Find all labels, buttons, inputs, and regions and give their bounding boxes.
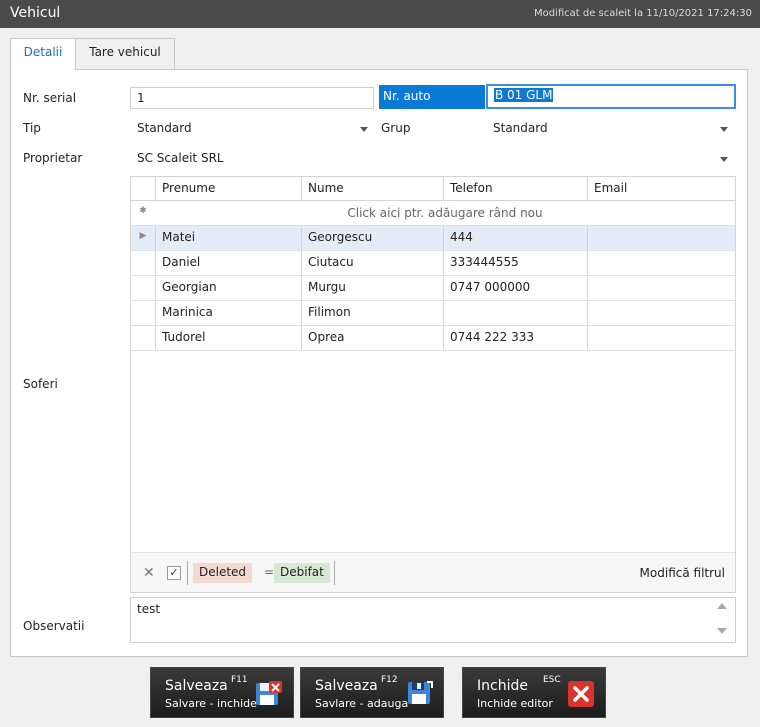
soferi-label: Soferi: [23, 377, 58, 391]
cell-telefon[interactable]: 0744 222 333: [443, 326, 587, 350]
filter-bar: ✕ ✓ Deleted = Debifat Modifică filtrul: [131, 552, 735, 592]
cell-prenume[interactable]: Matei: [155, 226, 301, 250]
observatii-label: Observatii: [23, 619, 85, 633]
column-header-nume[interactable]: Nume: [301, 177, 443, 200]
tab-detalii[interactable]: Detalii: [10, 38, 76, 70]
observatii-value: test: [137, 602, 161, 616]
observatii-textarea[interactable]: test: [130, 597, 736, 643]
details-panel: Nr. serial 1 Nr. auto B 01 GLM Tip Stand…: [10, 69, 748, 657]
shortcut-key: ESC: [543, 675, 561, 685]
cell-email[interactable]: [587, 301, 735, 325]
filter-value: Debifat: [274, 563, 330, 583]
new-row-text[interactable]: Click aici ptr. adăugare rând nou: [155, 206, 735, 220]
save-add-icon: [408, 681, 433, 704]
auto-input[interactable]: B 01 GLM: [486, 84, 736, 109]
edit-filter-link[interactable]: Modifică filtrul: [640, 566, 725, 580]
proprietar-combo[interactable]: SC Scaleit SRL: [130, 147, 736, 169]
table-row[interactable]: Daniel Ciutacu 333444555: [131, 251, 735, 276]
cell-telefon[interactable]: [443, 301, 587, 325]
cell-prenume[interactable]: Georgian: [155, 276, 301, 300]
tip-value: Standard: [137, 121, 192, 135]
chevron-down-icon[interactable]: [360, 127, 368, 132]
cell-nume[interactable]: Oprea: [301, 326, 443, 350]
cell-telefon[interactable]: 0747 000000: [443, 276, 587, 300]
close-icon: [568, 681, 594, 707]
proprietar-value: SC Scaleit SRL: [137, 151, 224, 165]
grid-header: Prenume Nume Telefon Email: [131, 177, 735, 201]
new-row[interactable]: ✱ Click aici ptr. adăugare rând nou: [131, 201, 735, 226]
drivers-grid: Prenume Nume Telefon Email ✱ Click aici …: [130, 176, 736, 593]
cell-email[interactable]: [587, 326, 735, 350]
auto-value: B 01 GLM: [494, 88, 554, 102]
button-sublabel: Inchide editor: [477, 697, 553, 710]
modified-info: Modificat de scaleit la 11/10/2021 17:24…: [533, 8, 752, 19]
grup-value: Standard: [493, 121, 548, 135]
shortcut-key: F11: [231, 675, 248, 685]
close-editor-button[interactable]: Inchide ESC Inchide editor: [462, 667, 606, 718]
serial-input[interactable]: 1: [130, 87, 374, 109]
shortcut-key: F12: [381, 675, 398, 685]
tip-label: Tip: [23, 121, 41, 135]
tip-combo[interactable]: Standard: [130, 117, 376, 139]
button-label: Salveaza: [165, 678, 228, 694]
cell-prenume[interactable]: Tudorel: [155, 326, 301, 350]
button-sublabel: Savlare - adauga: [315, 697, 409, 710]
chevron-down-icon[interactable]: [720, 127, 728, 132]
clear-filter-icon[interactable]: ✕: [143, 565, 155, 581]
proprietar-label: Proprietar: [23, 151, 83, 165]
column-header-telefon[interactable]: Telefon: [443, 177, 587, 200]
save-add-button[interactable]: Salveaza F12 Savlare - adauga: [300, 667, 444, 718]
table-row[interactable]: Georgian Murgu 0747 000000: [131, 276, 735, 301]
scroll-up-icon[interactable]: [717, 603, 727, 609]
button-label: Inchide: [477, 678, 528, 694]
filter-field: Deleted: [193, 563, 253, 583]
cell-email[interactable]: [587, 251, 735, 275]
cell-nume[interactable]: Filimon: [301, 301, 443, 325]
table-row[interactable]: Tudorel Oprea 0744 222 333: [131, 326, 735, 351]
cell-email[interactable]: [587, 226, 735, 250]
cell-email[interactable]: [587, 276, 735, 300]
save-close-icon: [256, 681, 282, 705]
grup-label: Grup: [381, 121, 411, 135]
filter-enabled-checkbox[interactable]: ✓: [167, 566, 181, 580]
tab-tare-vehicul[interactable]: Tare vehicul: [75, 38, 175, 69]
chevron-down-icon[interactable]: [720, 157, 728, 162]
cell-nume[interactable]: Ciutacu: [301, 251, 443, 275]
window-title: Vehicul: [10, 5, 61, 21]
table-row[interactable]: Marinica Filimon: [131, 301, 735, 326]
asterisk-icon: ✱: [139, 206, 147, 216]
cell-prenume[interactable]: Marinica: [155, 301, 301, 325]
cell-nume[interactable]: Murgu: [301, 276, 443, 300]
button-label: Salveaza: [315, 678, 378, 694]
column-header-email[interactable]: Email: [587, 177, 735, 200]
filter-expression[interactable]: Deleted = Debifat: [187, 561, 335, 585]
cell-telefon[interactable]: 333444555: [443, 251, 587, 275]
auto-label: Nr. auto: [379, 85, 485, 109]
table-row[interactable]: ▶ Matei Georgescu 444: [131, 226, 735, 251]
scroll-down-icon[interactable]: [717, 628, 727, 634]
grup-combo[interactable]: Standard: [486, 117, 736, 139]
cell-nume[interactable]: Georgescu: [301, 226, 443, 250]
title-bar: Vehicul Modificat de scaleit la 11/10/20…: [0, 0, 760, 28]
cell-telefon[interactable]: 444: [443, 226, 587, 250]
serial-label: Nr. serial: [23, 91, 77, 105]
save-close-button[interactable]: Salveaza F11 Salvare - inchide: [150, 667, 294, 718]
column-header-prenume[interactable]: Prenume: [155, 177, 301, 200]
row-indicator-icon: ▶: [139, 231, 147, 241]
button-sublabel: Salvare - inchide: [165, 697, 257, 710]
cell-prenume[interactable]: Daniel: [155, 251, 301, 275]
